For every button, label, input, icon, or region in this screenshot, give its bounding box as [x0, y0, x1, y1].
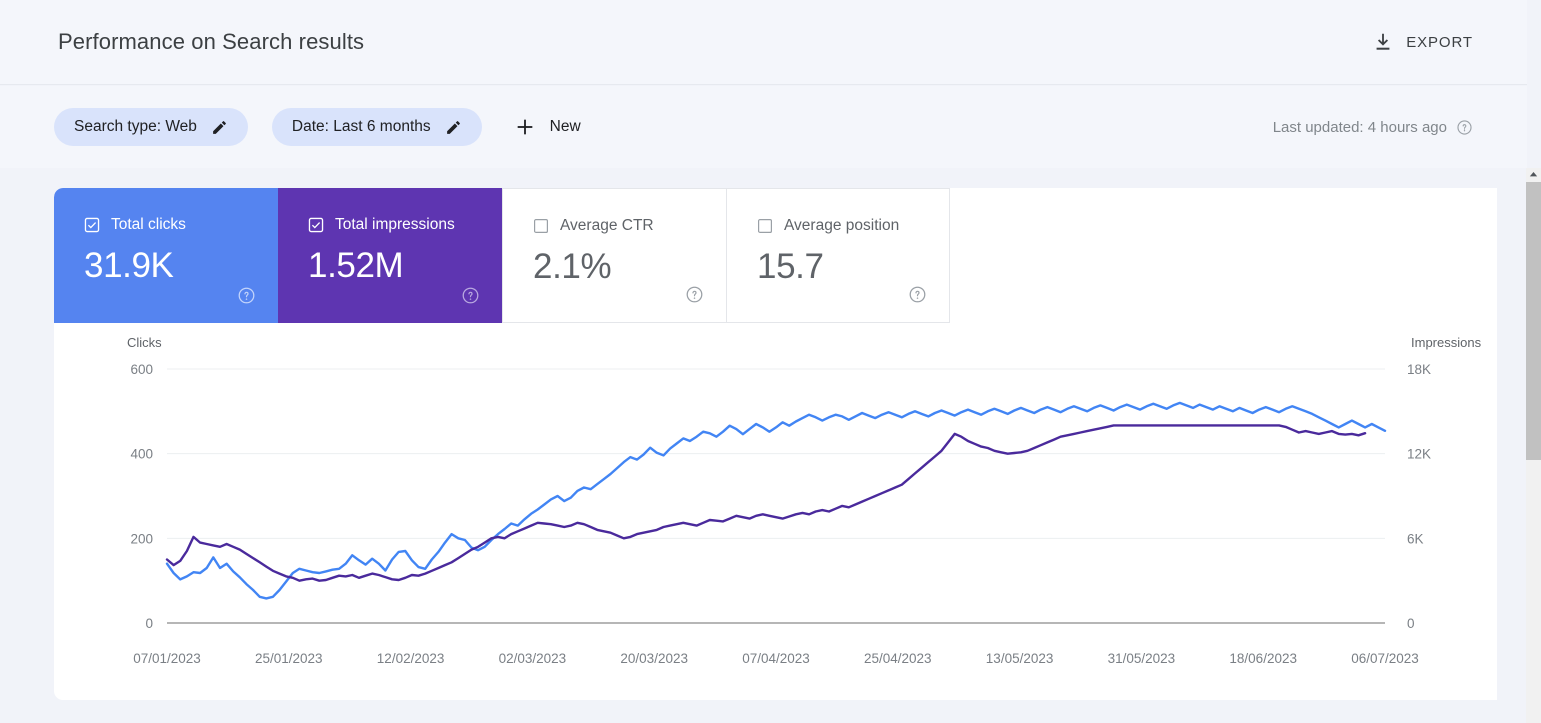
- metric-tile-header: Total impressions: [308, 216, 502, 234]
- metric-tile-total-clicks[interactable]: Total clicks 31.9K: [54, 188, 278, 323]
- chart-y-axis-left: Clicks 0 200 400 600: [127, 335, 162, 631]
- metric-label: Average CTR: [560, 217, 654, 234]
- x-axis-tick: 02/03/2023: [499, 651, 567, 666]
- filter-chip-date-label: Date: Last 6 months: [291, 118, 431, 135]
- help-circle-icon[interactable]: [237, 286, 256, 305]
- metric-tile-average-ctr[interactable]: Average CTR 2.1%: [502, 188, 726, 323]
- metric-tiles: Total clicks 31.9K Total impressions 1.5…: [54, 188, 950, 323]
- y-axis-left-tick: 600: [130, 362, 153, 377]
- checkbox-unchecked-icon[interactable]: [757, 218, 773, 234]
- y-axis-left-tick: 200: [130, 531, 153, 546]
- download-icon: [1372, 31, 1394, 53]
- pencil-icon: [211, 119, 228, 136]
- metric-tile-total-impressions[interactable]: Total impressions 1.52M: [278, 188, 502, 323]
- checkbox-checked-icon[interactable]: [84, 217, 100, 233]
- y-axis-left-tick: 400: [130, 447, 153, 462]
- x-axis-tick: 25/01/2023: [255, 651, 323, 666]
- filter-bar: Search type: Web Date: Last 6 months New…: [0, 86, 1527, 168]
- metric-value: 2.1%: [533, 247, 612, 286]
- filter-chip-date[interactable]: Date: Last 6 months: [271, 108, 482, 146]
- checkbox-checked-icon[interactable]: [308, 217, 324, 233]
- performance-chart[interactable]: Clicks 0 200 400 600 Impressions 0 6K 12K 18K 07…: [54, 323, 1497, 700]
- page-header: Performance on Search results EXPORT: [0, 0, 1527, 85]
- metric-tile-average-position[interactable]: Average position 15.7: [726, 188, 950, 323]
- filter-chip-search-type-label: Search type: Web: [74, 118, 197, 135]
- x-axis-tick: 18/06/2023: [1229, 651, 1297, 666]
- help-circle-icon[interactable]: [461, 286, 480, 305]
- page-title: Performance on Search results: [58, 29, 365, 54]
- chart-y-axis-right: Impressions 0 6K 12K 18K: [1407, 335, 1482, 631]
- y-axis-left-tick: 0: [145, 616, 153, 631]
- last-updated-label: Last updated: 4 hours ago: [1272, 118, 1447, 136]
- x-axis-tick: 13/05/2023: [986, 651, 1054, 666]
- x-axis-tick: 31/05/2023: [1108, 651, 1176, 666]
- metric-label: Total impressions: [335, 216, 455, 233]
- metric-value: 15.7: [757, 247, 824, 286]
- x-axis-tick: 12/02/2023: [377, 651, 445, 666]
- checkbox-unchecked-icon[interactable]: [533, 218, 549, 234]
- chart-line-total-clicks: [165, 401, 1387, 600]
- help-circle-icon[interactable]: [1456, 119, 1473, 136]
- performance-card: Total clicks 31.9K Total impressions 1.5…: [54, 188, 1497, 700]
- performance-page: Performance on Search results EXPORT Sea…: [0, 0, 1541, 723]
- metric-tile-header: Total clicks: [84, 216, 278, 234]
- help-circle-icon[interactable]: [685, 285, 704, 304]
- y-axis-right-tick: 0: [1407, 616, 1415, 631]
- scrollbar-track[interactable]: [1526, 460, 1541, 723]
- x-axis-tick: 20/03/2023: [620, 651, 688, 666]
- metric-tile-header: Average position: [757, 217, 949, 235]
- chart-line-total-impressions: [165, 424, 1367, 582]
- y-axis-right-tick: 6K: [1407, 531, 1424, 546]
- export-label: EXPORT: [1406, 33, 1473, 51]
- pencil-icon: [445, 119, 462, 136]
- y-axis-right-tick: 12K: [1407, 447, 1431, 462]
- chart-gridlines: [167, 368, 1385, 624]
- metric-tile-header: Average CTR: [533, 217, 726, 235]
- chevron-up-icon[interactable]: [1526, 168, 1541, 182]
- filter-chip-search-type[interactable]: Search type: Web: [54, 108, 248, 146]
- metric-label: Average position: [784, 217, 900, 234]
- help-circle-icon[interactable]: [908, 285, 927, 304]
- metric-label: Total clicks: [111, 216, 186, 233]
- y-axis-right-tick: 18K: [1407, 362, 1431, 377]
- scrollbar-thumb[interactable]: [1526, 182, 1541, 460]
- export-button[interactable]: EXPORT: [1372, 31, 1473, 53]
- metric-value: 31.9K: [84, 246, 174, 285]
- y-axis-right-title: Impressions: [1411, 335, 1482, 350]
- x-axis-tick: 07/01/2023: [133, 651, 201, 666]
- x-axis-tick: 06/07/2023: [1351, 651, 1419, 666]
- last-updated: Last updated: 4 hours ago: [1273, 119, 1473, 136]
- metric-value: 1.52M: [308, 246, 404, 285]
- new-filter-label: New: [549, 118, 581, 135]
- vertical-scrollbar[interactable]: [1526, 168, 1541, 723]
- chart-svg: Clicks 0 200 400 600 Impressions 0 6K 12K 18K 07…: [127, 335, 1482, 666]
- x-axis-tick: 25/04/2023: [864, 651, 932, 666]
- y-axis-left-title: Clicks: [127, 335, 162, 350]
- new-filter-button[interactable]: New: [506, 108, 589, 146]
- chart-x-axis: 07/01/2023 25/01/2023 12/02/2023 02/03/2023…: [133, 651, 1419, 666]
- chart-series: [165, 401, 1387, 600]
- plus-icon: [514, 116, 536, 138]
- x-axis-tick: 07/04/2023: [742, 651, 810, 666]
